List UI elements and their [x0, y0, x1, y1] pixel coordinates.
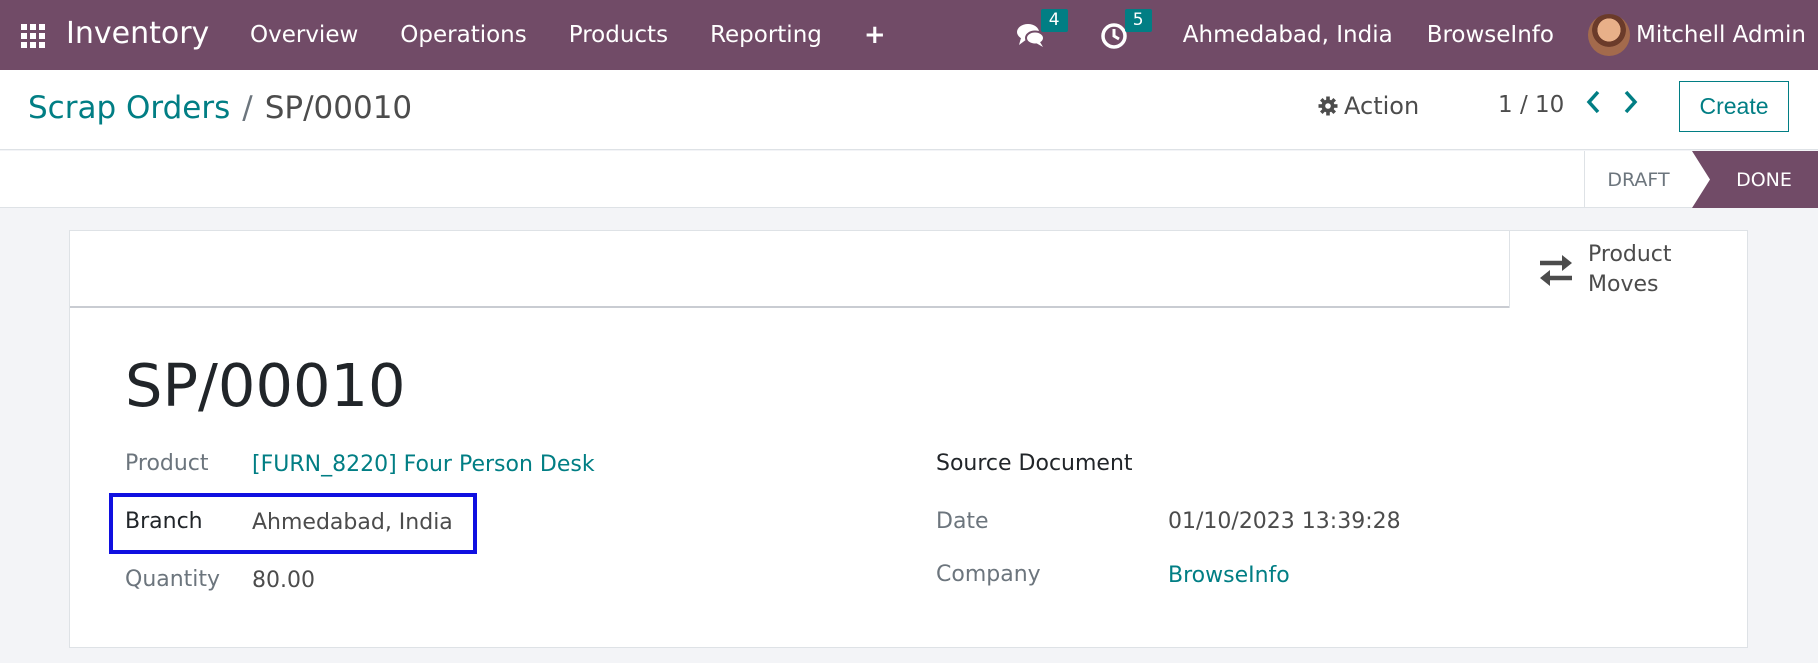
breadcrumb: Scrap Orders / SP/00010: [28, 90, 412, 126]
top-navbar: Inventory Overview Operations Products R…: [0, 0, 1818, 70]
action-button[interactable]: Action: [1318, 92, 1419, 120]
breadcrumb-scrap-orders[interactable]: Scrap Orders: [28, 90, 230, 126]
plus-icon[interactable]: +: [864, 20, 886, 50]
quantity-field[interactable]: 80.00: [252, 568, 315, 593]
date-label: Date: [936, 509, 989, 534]
product-field[interactable]: [FURN_8220] Four Person Desk: [252, 452, 595, 477]
user-menu[interactable]: Mitchell Admin: [1636, 22, 1806, 48]
chevron-left-icon: [1586, 90, 1600, 114]
pager-value[interactable]: 1 / 10: [1498, 92, 1564, 118]
menu-products[interactable]: Products: [569, 22, 668, 48]
menu-operations[interactable]: Operations: [400, 22, 526, 48]
menu-reporting[interactable]: Reporting: [710, 22, 822, 48]
stage-done[interactable]: DONE: [1692, 151, 1818, 208]
activities-badge: 5: [1124, 9, 1152, 32]
apps-menu-icon[interactable]: [21, 24, 45, 48]
messages-badge: 4: [1040, 9, 1068, 32]
pager-previous-button[interactable]: [1580, 88, 1608, 120]
pager-next-button[interactable]: [1616, 88, 1644, 120]
create-button[interactable]: Create: [1679, 81, 1789, 132]
breadcrumb-separator: /: [242, 90, 253, 126]
messages-button[interactable]: 4: [1015, 9, 1068, 51]
activities-button[interactable]: 5: [1099, 9, 1152, 51]
product-label: Product: [125, 451, 209, 476]
product-moves-label: Product Moves: [1588, 241, 1672, 297]
stage-draft[interactable]: DRAFT: [1584, 151, 1692, 208]
chevron-right-icon: [1624, 90, 1638, 114]
breadcrumb-current: SP/00010: [264, 90, 413, 126]
gear-icon: [1318, 96, 1338, 116]
company-label: Company: [936, 562, 1041, 587]
branch-field[interactable]: Ahmedabad, India: [252, 510, 453, 535]
source-document-label: Source Document: [936, 451, 1133, 476]
branch-label: Branch: [125, 509, 203, 534]
product-moves-button[interactable]: Product Moves: [1509, 231, 1747, 308]
control-panel: Scrap Orders / SP/00010 Action 1 / 10 Crea…: [0, 70, 1818, 150]
status-bar: DRAFT DONE: [0, 151, 1818, 208]
company-switcher[interactable]: BrowseInfo: [1427, 22, 1554, 48]
menu-overview[interactable]: Overview: [250, 22, 358, 48]
button-box: Product Moves: [70, 231, 1747, 308]
avatar[interactable]: [1587, 14, 1630, 56]
branch-switcher[interactable]: Ahmedabad, India: [1183, 22, 1393, 48]
quantity-label: Quantity: [125, 567, 221, 592]
company-field[interactable]: BrowseInfo: [1168, 563, 1290, 588]
form-sheet: Product Moves SP/00010 Product [FURN_822…: [69, 230, 1748, 648]
date-field[interactable]: 01/10/2023 13:39:28: [1168, 509, 1401, 534]
exchange-icon: [1540, 254, 1572, 286]
action-label: Action: [1344, 92, 1420, 120]
systray: 4 5 Ahmedabad, India BrowseInfo Mitchell…: [1015, 0, 1818, 70]
app-title[interactable]: Inventory: [66, 16, 209, 51]
record-title: SP/00010: [125, 351, 406, 420]
main-menu: Overview Operations Products Reporting +: [250, 0, 886, 70]
